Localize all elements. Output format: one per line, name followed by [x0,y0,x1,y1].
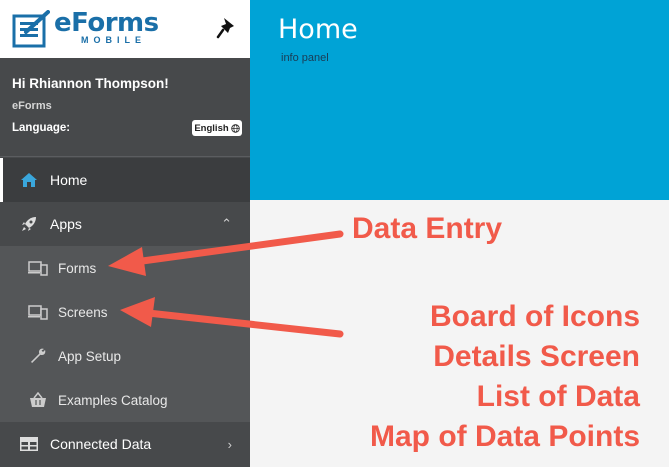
sidebar: eForms MOBILE Hi Rhiannon Thompson! eFor… [0,0,250,467]
chevron-up-icon: ⌃ [221,216,232,231]
sidebar-item-label: Connected Data [50,436,152,452]
language-label: Language: [12,122,71,134]
apps-submenu: Forms Screens App Setup Examples Catalog [0,246,250,422]
sidebar-item-apps[interactable]: Apps ⌃ [0,202,250,246]
sidebar-item-connected-data[interactable]: Connected Data › [0,422,250,466]
sidebar-item-label: Home [50,172,88,188]
basket-icon [28,391,48,409]
greeting-text: Hi Rhiannon Thompson! [12,76,169,91]
annotation-line: List of Data [476,380,640,413]
wrench-icon [28,347,48,365]
brand-subtitle: MOBILE [81,35,146,45]
rocket-icon [20,215,38,233]
table-icon [20,435,38,453]
user-greeting: Hi Rhiannon Thompson! [12,76,169,91]
sidebar-item-label: Apps [50,216,82,232]
sidebar-item-label: Screens [58,304,108,320]
sidebar-item-label: Forms [58,260,97,276]
annotation-line: Board of Icons [429,300,640,333]
devices-icon [28,303,48,321]
language-button[interactable]: English [192,120,242,136]
org-name: eForms [12,100,52,112]
language-value: English [194,122,229,134]
brand-header: eForms MOBILE [0,0,250,58]
sidebar-item-home[interactable]: Home [0,158,250,202]
sidebar-item-forms[interactable]: Forms [0,246,250,290]
sidebar-item-examples-catalog[interactable]: Examples Catalog [0,378,250,422]
sidebar-item-label: Examples Catalog [58,392,168,408]
page-subtitle: info panel [281,52,329,64]
sidebar-item-label: App Setup [58,348,122,364]
annotation-line: Details Screen [433,340,640,373]
home-icon [20,171,38,189]
annotation-data-entry: Data Entry [352,212,503,245]
sidebar-item-app-setup[interactable]: App Setup [0,334,250,378]
page-title: Home [278,14,358,45]
annotation-line: Map of Data Points [369,420,640,453]
devices-icon [28,259,48,277]
eforms-logo-icon [12,10,50,48]
pin-icon[interactable] [216,16,238,40]
brand-title: eForms [54,8,159,38]
globe-icon [230,123,240,133]
sidebar-item-screens[interactable]: Screens [0,290,250,334]
chevron-right-icon: › [227,436,232,452]
sidebar-divider [0,156,250,157]
